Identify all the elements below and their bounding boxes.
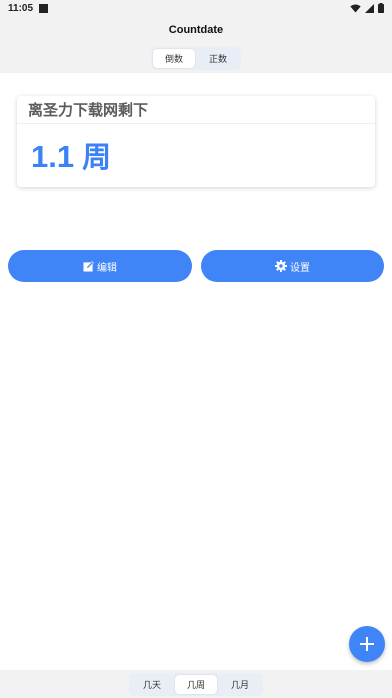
mode-switch-area: 倒数 正数 bbox=[0, 44, 392, 73]
tab-countup-label: 正数 bbox=[209, 55, 228, 65]
tab-weeks-label: 几周 bbox=[186, 680, 205, 691]
app-title: Countdate bbox=[168, 24, 224, 36]
tab-days[interactable]: 几天 bbox=[131, 675, 173, 694]
unit-switch-area: 几天 几周 几月 bbox=[0, 670, 392, 698]
app-bar: Countdate bbox=[0, 16, 392, 44]
remaining-unit: 周 bbox=[82, 140, 112, 174]
tab-weeks[interactable]: 几周 bbox=[174, 674, 217, 694]
plus-icon bbox=[360, 637, 374, 651]
wifi-icon bbox=[350, 3, 361, 13]
remaining-value: 1.1 bbox=[31, 139, 75, 174]
signal-icon bbox=[365, 3, 374, 13]
tab-months[interactable]: 几月 bbox=[219, 675, 261, 694]
edit-icon bbox=[83, 260, 94, 272]
tab-countdown-label: 倒数 bbox=[164, 55, 183, 65]
notification-icon bbox=[39, 3, 49, 13]
remaining-display: 1.1 周 bbox=[17, 124, 375, 176]
unit-segmented-control: 几天 几周 几月 bbox=[128, 672, 264, 696]
mode-segmented-control: 倒数 正数 bbox=[150, 47, 242, 70]
add-countdown-button[interactable] bbox=[349, 626, 385, 662]
edit-button[interactable]: 编辑 bbox=[8, 250, 192, 282]
edit-button-label: 编辑 bbox=[97, 262, 117, 274]
tab-months-label: 几月 bbox=[231, 680, 250, 691]
status-icons bbox=[350, 3, 384, 13]
countdown-card[interactable]: 离圣力下载网剩下 1.1 周 bbox=[17, 96, 375, 187]
gear-icon bbox=[275, 260, 287, 272]
tab-countup[interactable]: 正数 bbox=[197, 49, 239, 68]
event-title: 离圣力下载网剩下 bbox=[17, 96, 375, 124]
battery-icon bbox=[378, 3, 384, 13]
tab-countdown[interactable]: 倒数 bbox=[152, 49, 195, 68]
tab-days-label: 几天 bbox=[142, 680, 161, 691]
status-time: 11:05 bbox=[8, 2, 34, 14]
settings-button[interactable]: 设置 bbox=[201, 250, 384, 282]
status-bar: 11:05 bbox=[0, 0, 392, 16]
settings-button-label: 设置 bbox=[290, 262, 310, 274]
